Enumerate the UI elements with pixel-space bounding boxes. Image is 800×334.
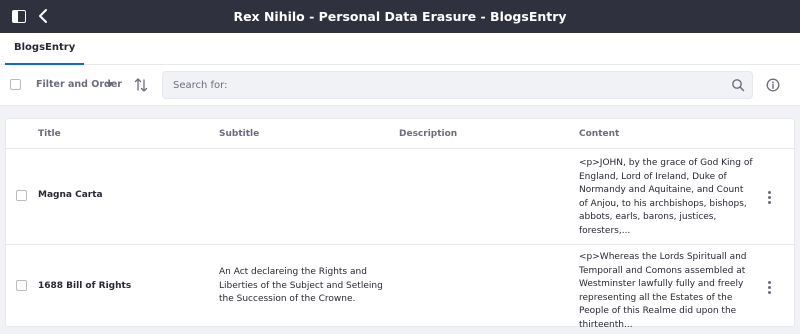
column-header-content: Content xyxy=(579,129,620,139)
caret-down-icon[interactable] xyxy=(106,82,114,87)
table-row[interactable]: Magna Carta <p>JOHN, by the grace of God… xyxy=(6,149,794,245)
tab-bar: BlogsEntry xyxy=(0,33,800,65)
row-content: <p>JOHN, by the grace of God King of Eng… xyxy=(579,158,753,236)
search-bar xyxy=(162,71,753,99)
page-title: Rex Nihilo - Personal Data Erasure - Blo… xyxy=(233,9,567,24)
tab-blogsentry[interactable]: BlogsEntry xyxy=(5,33,85,65)
row-title: Magna Carta xyxy=(38,190,103,200)
table-header: Title Subtitle Description Content xyxy=(6,119,794,149)
management-toolbar: Filter and Order xyxy=(0,65,800,106)
column-header-title: Title xyxy=(38,129,61,139)
row-title: 1688 Bill of Rights xyxy=(38,281,132,291)
select-all-checkbox[interactable] xyxy=(10,79,21,90)
table-row[interactable]: 1688 Bill of Rights An Act declareing th… xyxy=(6,245,794,330)
search-icon[interactable] xyxy=(731,78,745,92)
row-checkbox[interactable] xyxy=(16,190,27,201)
row-subtitle: An Act declareing the Rights and Liberti… xyxy=(219,267,383,304)
ellipsis-vertical-icon[interactable] xyxy=(766,281,772,295)
search-input[interactable] xyxy=(173,72,723,98)
row-content: <p>Whereas the Lords Spirituall and Temp… xyxy=(579,252,747,330)
column-header-subtitle: Subtitle xyxy=(219,129,260,139)
row-checkbox[interactable] xyxy=(16,280,27,291)
info-icon[interactable] xyxy=(766,78,780,92)
sort-icon[interactable] xyxy=(134,77,148,93)
entries-table: Title Subtitle Description Content Magna… xyxy=(5,118,795,330)
app-header: Rex Nihilo - Personal Data Erasure - Blo… xyxy=(0,0,800,33)
ellipsis-vertical-icon[interactable] xyxy=(766,191,772,205)
column-header-description: Description xyxy=(399,129,458,139)
